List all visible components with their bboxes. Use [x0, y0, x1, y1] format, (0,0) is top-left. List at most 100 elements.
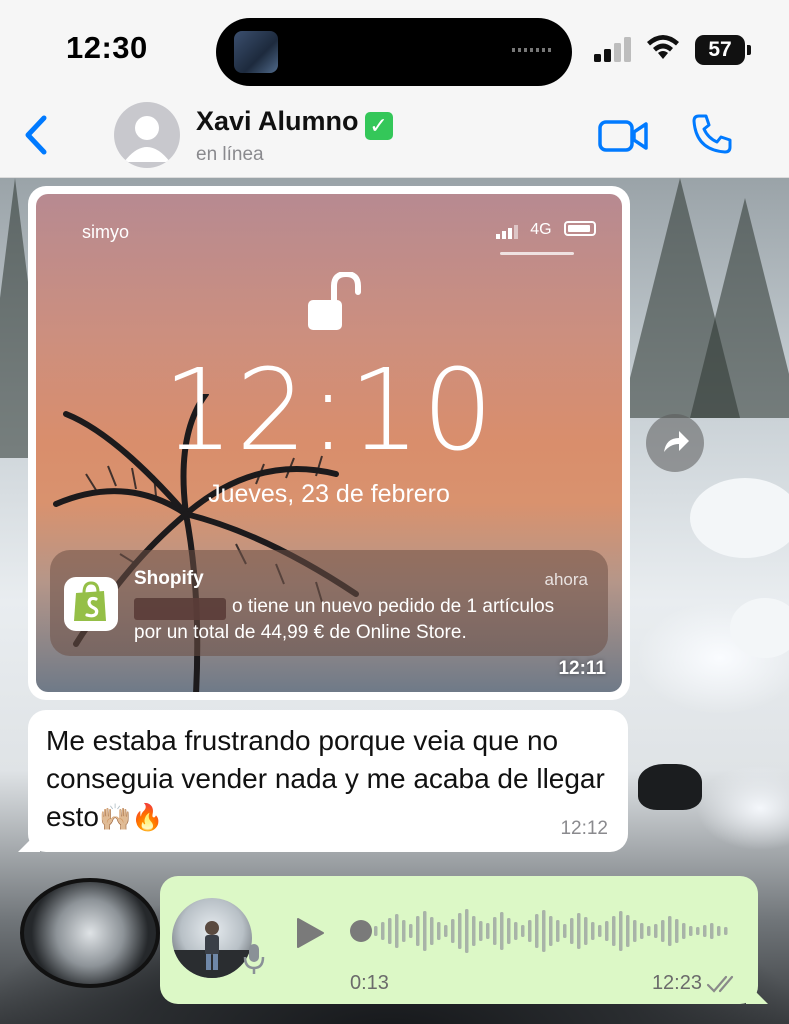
waveform-bar [570, 918, 574, 944]
waveform-bar [416, 916, 420, 946]
voice-call-button[interactable] [690, 112, 734, 156]
waveform-bar [626, 915, 630, 947]
play-button[interactable] [294, 916, 326, 950]
waveform-bar [563, 924, 567, 938]
audio-waveform[interactable] [370, 906, 730, 956]
waveform-bar [458, 913, 462, 949]
waveform-bar [577, 913, 581, 949]
waveform-bar [584, 917, 588, 945]
waveform-bar [605, 921, 609, 941]
waveform-bar [514, 922, 518, 940]
waveform-bar [444, 925, 448, 937]
waveform-bar [507, 918, 511, 944]
waveform-bar [654, 924, 658, 938]
notification-body-line1: o tiene un nuevo pedido de 1 artículos [232, 596, 555, 617]
shopify-notification: Shopify ahora o tiene un nuevo pedido de… [50, 550, 608, 656]
waveform-bar [521, 925, 525, 937]
wifi-icon [647, 35, 679, 59]
forward-button[interactable] [646, 414, 704, 472]
waveform-bar [402, 920, 406, 942]
verified-badge-icon: ✓ [364, 112, 393, 140]
video-call-button[interactable] [598, 116, 650, 156]
waveform-bar [661, 920, 665, 942]
microphone-icon [243, 944, 265, 974]
notification-app-name: Shopify [134, 568, 204, 589]
signal-bar [501, 231, 506, 239]
wallpaper-mirror [638, 764, 702, 810]
wallpaper-snow [690, 478, 789, 558]
waveform-bar [423, 911, 427, 951]
screenshot-image[interactable]: simyo 4G 12:10 Jueves, 23 de febrero Sho… [36, 194, 622, 692]
dynamic-island[interactable] [216, 18, 572, 86]
lockscreen-time: 12:10 [162, 346, 496, 476]
waveform-bar [486, 923, 490, 939]
signal-bar [495, 234, 500, 239]
waveform-bar [696, 927, 700, 935]
waveform-bar [633, 920, 637, 942]
waveform-bar [717, 926, 721, 936]
waveform-bar [640, 923, 644, 939]
status-time: 12:30 [66, 30, 148, 65]
now-playing-thumbnail [234, 31, 278, 73]
chevron-left-icon[interactable] [18, 110, 52, 160]
waveform-bar [668, 916, 672, 946]
waveform-bar [395, 914, 399, 948]
waveform-bar [472, 916, 476, 946]
waveform-bar [451, 919, 455, 943]
wallpaper-snow [730, 598, 789, 658]
chat-header: Xavi Alumno ✓ en línea [0, 96, 789, 178]
status-bar: 12:30 57 [0, 0, 789, 96]
lockscreen-network: 4G [530, 221, 552, 238]
waveform-bar [612, 916, 616, 946]
message-emoji: 🙌🏼🔥 [98, 803, 164, 833]
waveform-bar [619, 911, 623, 951]
lockscreen-battery-icon [564, 221, 596, 236]
waveform-bar [549, 916, 553, 946]
forward-arrow-icon [664, 431, 689, 452]
image-message-time: 12:11 [558, 658, 606, 679]
waveform-bar [374, 926, 378, 936]
voice-message-bubble[interactable]: 0:13 12:23 [160, 876, 758, 1004]
activity-indicator [512, 48, 552, 52]
waveform-bar [437, 922, 441, 940]
signal-bar [513, 225, 518, 239]
text-message-bubble[interactable]: Me estaba frustrando porque veia que no … [28, 710, 628, 852]
battery-indicator: 57 [695, 35, 751, 65]
playback-scrubber-handle[interactable] [350, 920, 372, 942]
contact-name[interactable]: Xavi Alumno ✓ [196, 106, 393, 140]
waveform-bar [724, 927, 728, 935]
shopify-bag-icon [64, 577, 118, 631]
waveform-bar [500, 912, 504, 950]
waveform-bar [479, 921, 483, 941]
lockscreen-control-indicator [500, 252, 574, 255]
notification-time: ahora [544, 570, 588, 589]
contact-name-text: Xavi Alumno [196, 106, 359, 136]
text-message-time: 12:12 [560, 818, 608, 839]
wallpaper-headlight [20, 878, 160, 988]
waveform-bar [528, 920, 532, 942]
waveform-bar [409, 924, 413, 938]
redaction-box [134, 598, 226, 620]
image-message-bubble[interactable]: simyo 4G 12:10 Jueves, 23 de febrero Sho… [28, 186, 630, 700]
sender-avatar [172, 898, 252, 978]
waveform-bar [465, 909, 469, 953]
waveform-bar [682, 923, 686, 939]
waveform-bar [388, 918, 392, 944]
waveform-bar [556, 920, 560, 942]
cellular-signal-icon [594, 37, 631, 62]
waveform-bar [689, 926, 693, 936]
signal-bar [507, 228, 512, 239]
contact-status: en línea [196, 144, 264, 165]
waveform-bar [675, 919, 679, 943]
waveform-bar [598, 925, 602, 937]
lockscreen-date: Jueves, 23 de febrero [208, 480, 450, 508]
waveform-bar [703, 925, 707, 937]
waveform-bar [535, 914, 539, 948]
message-text: Me estaba frustrando porque veia que no … [46, 722, 606, 837]
notification-body-line2: por un total de 44,99 € de Online Store. [134, 622, 467, 643]
lockscreen-carrier: simyo [82, 222, 130, 242]
lockscreen-status-icons: 4G [495, 221, 596, 239]
avatar[interactable] [114, 102, 180, 168]
unlocked-padlock-icon [308, 272, 361, 330]
waveform-bar [381, 922, 385, 940]
